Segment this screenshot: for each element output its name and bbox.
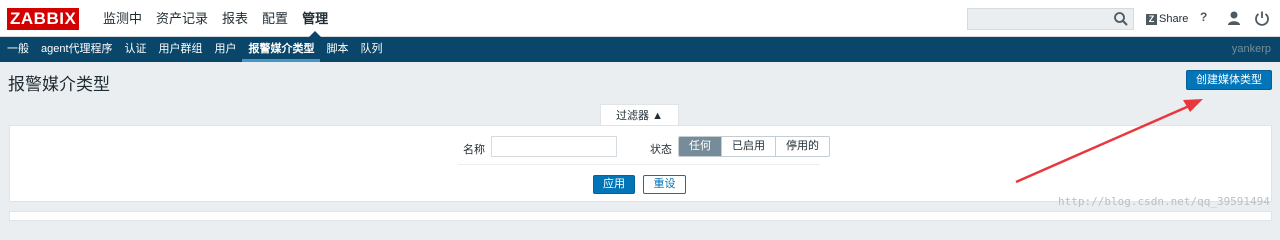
- name-filter-input[interactable]: [491, 136, 617, 157]
- subnav-item-user-groups[interactable]: 用户群组: [152, 37, 208, 62]
- filter-divider: [458, 164, 820, 165]
- search-input[interactable]: [967, 8, 1134, 30]
- subnav-item-proxies[interactable]: agent代理程序: [34, 37, 118, 62]
- zabbix-logo[interactable]: ZABBIX: [7, 8, 80, 30]
- subnav-item-scripts[interactable]: 脚本: [320, 37, 354, 62]
- status-option-disabled[interactable]: 停用的: [775, 137, 829, 156]
- top-bar: ZABBIX 监测中 资产记录 报表 配置 管理 Z Share ?: [0, 0, 1280, 37]
- menu-item-administration[interactable]: 管理: [295, 0, 335, 37]
- page-title: 报警媒介类型: [8, 75, 110, 94]
- status-option-any[interactable]: 任何: [679, 137, 721, 156]
- server-name: yankerp: [1231, 43, 1271, 55]
- status-label: 状态: [650, 144, 672, 156]
- menu-item-inventory[interactable]: 资产记录: [149, 0, 215, 37]
- subnav-item-media-types[interactable]: 报警媒介类型: [241, 37, 320, 62]
- status-segmented-control: 任何 已启用 停用的: [678, 136, 830, 157]
- main-menu: 监测中 资产记录 报表 配置 管理: [96, 0, 335, 37]
- share-label: Share: [1159, 13, 1189, 25]
- name-label: 名称: [463, 144, 485, 156]
- apply-button[interactable]: 应用: [593, 175, 635, 194]
- create-media-type-button[interactable]: 创建媒体类型: [1186, 70, 1272, 90]
- menu-item-monitoring[interactable]: 监测中: [96, 0, 149, 37]
- help-icon[interactable]: ?: [1200, 10, 1207, 24]
- subnav-item-queue[interactable]: 队列: [354, 37, 388, 62]
- results-panel: [9, 211, 1272, 221]
- status-option-enabled[interactable]: 已启用: [721, 137, 775, 156]
- search-icon[interactable]: [1112, 10, 1130, 28]
- share-icon: Z: [1146, 13, 1157, 25]
- user-profile-icon[interactable]: [1227, 10, 1241, 26]
- filter-tab[interactable]: 过滤器 ▲: [600, 104, 679, 126]
- watermark-text: http://blog.csdn.net/qq_39591494: [1058, 195, 1270, 208]
- reset-button[interactable]: 重设: [643, 175, 686, 194]
- subnav-item-general[interactable]: 一般: [0, 37, 34, 62]
- menu-item-configuration[interactable]: 配置: [255, 0, 295, 37]
- share-button[interactable]: Z Share: [1146, 10, 1188, 28]
- subnav-item-authentication[interactable]: 认证: [118, 37, 152, 62]
- sign-out-icon[interactable]: [1254, 10, 1270, 26]
- menu-item-reports[interactable]: 报表: [215, 0, 255, 37]
- subnav-item-users[interactable]: 用户: [208, 37, 242, 62]
- sub-navigation: 一般 agent代理程序 认证 用户群组 用户 报警媒介类型 脚本 队列 yan…: [0, 37, 1280, 62]
